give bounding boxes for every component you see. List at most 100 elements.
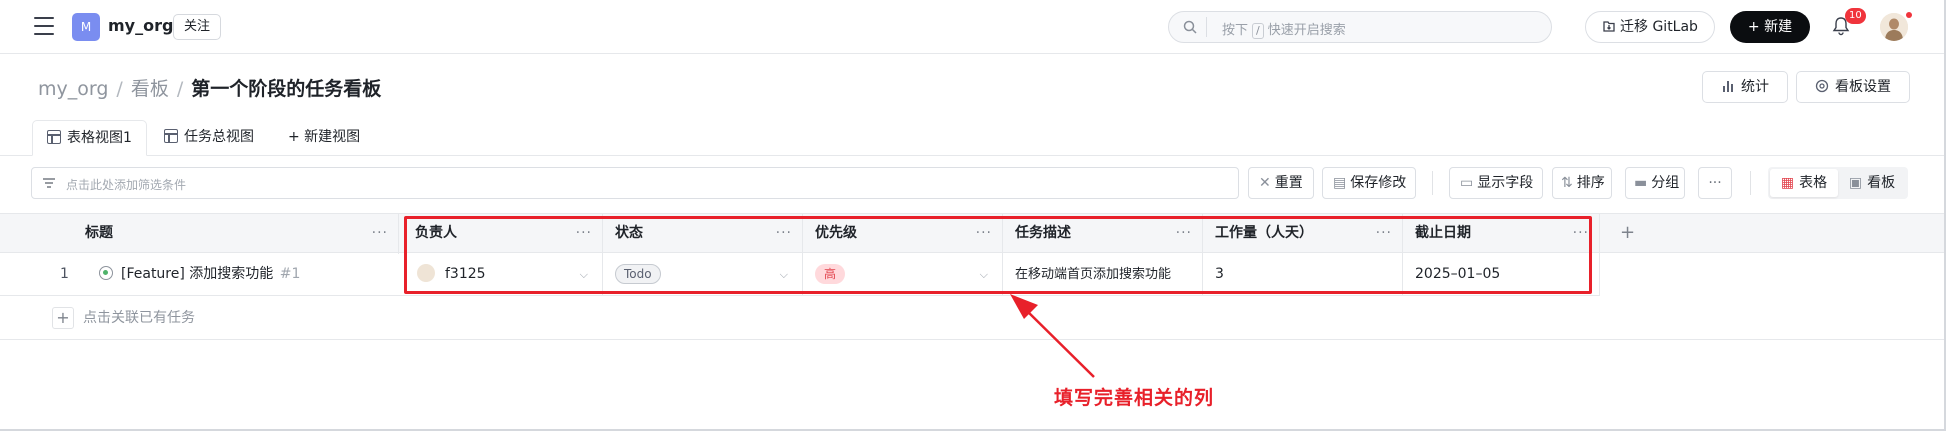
close-icon: ✕ [1259,175,1271,191]
annotation-text: 填写完善相关的列 [1054,387,1215,409]
table-icon [164,129,178,143]
save-changes-button[interactable]: ▤ 保存修改 [1322,167,1416,199]
more-options-button[interactable]: ··· [1698,167,1732,199]
column-header-assignee[interactable]: 负责人 ··· [403,214,603,254]
reset-button[interactable]: ✕ 重置 [1248,167,1314,199]
board-settings-label: 看板设置 [1835,79,1891,95]
search-placeholder-prefix: 按下 [1222,23,1249,38]
show-fields-label: 显示字段 [1477,175,1534,191]
sort-label: 排序 [1576,175,1605,191]
menu-icon[interactable] [34,17,54,35]
breadcrumb: my_org / 看板 / 第一个阶段的任务看板 [38,74,381,101]
breadcrumb-boards[interactable]: 看板 [131,78,169,100]
filter-icon [43,178,55,188]
breadcrumb-org[interactable]: my_org [38,78,108,100]
migrate-gitlab-button[interactable]: 迁移 GitLab [1585,11,1715,43]
tab-table-view-1[interactable]: 表格视图1 [32,120,147,156]
column-title-label: 负责人 [415,225,457,241]
cell-status[interactable]: Todo ⌵ [603,253,803,296]
column-header-status[interactable]: 状态 ··· [603,214,803,254]
add-column-button[interactable]: + [1620,214,1635,254]
column-header-priority[interactable]: 优先级 ··· [803,214,1003,254]
search-input[interactable]: 按下 / 快速开启搜索 [1168,11,1552,43]
column-title-label: 任务描述 [1015,225,1071,241]
sort-button[interactable]: ⇅ 排序 [1552,167,1612,199]
gear-icon [1815,79,1829,93]
column-header-title[interactable]: 标题 ··· [73,214,399,254]
toolbar-divider [1750,171,1751,195]
view-mode-switch: ▦ 表格 ▣ 看板 [1768,167,1908,199]
view-mode-table-label: 表格 [1799,175,1828,191]
plus-icon: + [52,307,74,329]
assignee-avatar [417,264,435,282]
status-badge: Todo [615,264,661,284]
avatar-image [1880,13,1908,41]
show-fields-button[interactable]: ▭ 显示字段 [1449,167,1543,199]
new-button[interactable]: + 新建 [1730,11,1810,43]
column-more-icon[interactable]: ··· [576,214,592,252]
cell-priority[interactable]: 高 ⌵ [803,253,1003,296]
search-placeholder: 按下 / 快速开启搜索 [1222,19,1346,39]
view-tabs: 表格视图1 任务总视图 + 新建视图 [0,118,1946,156]
assignee-name: f3125 [445,266,486,282]
column-title-label: 优先级 [815,225,857,241]
search-icon [1183,20,1197,34]
view-mode-table[interactable]: ▦ 表格 [1770,169,1838,197]
column-title-label: 工作量（人天） [1215,225,1313,241]
add-existing-task-row[interactable]: + 点击关联已有任务 [0,297,1946,340]
breadcrumb-separator: / [176,78,184,100]
column-more-icon[interactable]: ··· [1573,214,1589,252]
column-more-icon[interactable]: ··· [776,214,792,252]
cell-assignee[interactable]: f3125 ⌵ [403,253,603,296]
follow-button[interactable]: 关注 [173,14,222,40]
search-placeholder-suffix: 快速开启搜索 [1267,23,1346,38]
task-title[interactable]: [Feature] 添加搜索功能 [121,266,273,282]
column-title-label: 状态 [615,225,643,241]
user-avatar[interactable] [1880,13,1908,41]
priority-badge: 高 [815,264,846,284]
cell-due-date[interactable]: 2025–01–05 [1403,253,1600,296]
column-more-icon[interactable]: ··· [976,214,992,252]
save-changes-label: 保存修改 [1350,175,1407,191]
cell-title[interactable]: [Feature] 添加搜索功能 #1 [87,253,399,296]
view-mode-board-label: 看板 [1867,175,1896,191]
board-settings-button[interactable]: 看板设置 [1796,71,1910,103]
chevron-down-icon[interactable]: ⌵ [980,253,988,296]
issue-number[interactable]: #1 [280,266,301,282]
group-button[interactable]: ▬ 分组 [1625,167,1685,199]
column-header-description[interactable]: 任务描述 ··· [1003,214,1203,254]
cell-effort[interactable]: 3 [1203,253,1403,296]
document-icon: ▤ [1333,175,1347,191]
column-more-icon[interactable]: ··· [372,214,388,252]
tab-new-view[interactable]: + 新建视图 [274,120,374,156]
column-more-icon[interactable]: ··· [1176,214,1192,252]
add-existing-task-label: 点击关联已有任务 [83,310,195,326]
column-title-label: 标题 [85,225,113,241]
stats-button[interactable]: 统计 [1702,71,1788,103]
open-status-icon [99,266,113,280]
board-icon: ▣ [1848,175,1863,191]
column-header-due-date[interactable]: 截止日期 ··· [1403,214,1600,254]
org-avatar[interactable]: M [72,13,100,41]
column-more-icon[interactable]: ··· [1376,214,1392,252]
row-index: 1 [60,266,69,282]
chevron-down-icon[interactable]: ⌵ [580,253,588,296]
breadcrumb-separator: / [116,78,123,100]
tab-task-overview[interactable]: 任务总视图 [150,120,268,156]
chevron-down-icon[interactable]: ⌵ [780,253,788,296]
table-icon: ▦ [1780,175,1795,191]
fields-icon: ▭ [1460,175,1474,191]
column-header-effort[interactable]: 工作量（人天） ··· [1203,214,1403,254]
search-divider [1206,17,1207,37]
filter-input[interactable]: 点击此处添加筛选条件 [31,167,1239,199]
table-row[interactable]: 1 [Feature] 添加搜索功能 #1 f3125 ⌵ Todo ⌵ 高 ⌵ 在移… [0,253,1600,296]
cell-description[interactable]: 在移动端首页添加搜索功能 [1003,253,1203,296]
table-header: 标题 ··· 负责人 ··· 状态 ··· 优先级 ··· 任务描述 ··· 工作量（人天… [0,213,1946,254]
column-title-label: 截止日期 [1415,225,1471,241]
view-mode-board[interactable]: ▣ 看板 [1838,169,1906,197]
tab-label: 表格视图1 [67,130,132,146]
table-icon [47,130,61,144]
org-name[interactable]: my_org [108,16,173,35]
group-label: 分组 [1651,175,1680,191]
toolbar-divider [1432,171,1433,195]
